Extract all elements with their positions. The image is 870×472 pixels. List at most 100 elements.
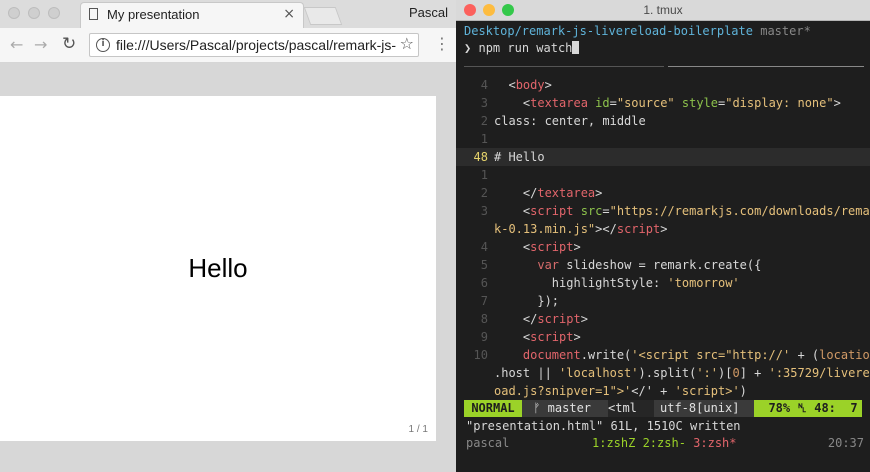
url-text[interactable]: file:///Users/Pascal/projects/pascal/rem… — [116, 37, 396, 53]
code-token: script — [616, 222, 661, 236]
branch-name: master — [547, 401, 592, 415]
code-token: > — [595, 186, 603, 200]
code-text: class: center, middle — [494, 112, 646, 130]
code-token: class: center, middle — [494, 114, 646, 128]
code-token: "display: none" — [725, 96, 834, 110]
code-token: id — [595, 96, 610, 110]
code-token: oad.js?snipver=1">' — [494, 384, 632, 398]
code-token: .host || — [494, 366, 560, 380]
code-token: </ — [494, 186, 538, 200]
line-number: 4 — [480, 78, 488, 92]
code-token: script — [530, 204, 574, 218]
minimize-window-button[interactable] — [28, 7, 40, 19]
close-window-button[interactable] — [8, 7, 20, 19]
line-number: 6 — [480, 276, 488, 290]
line-number: 1 — [480, 132, 488, 146]
code-line[interactable]: 1 — [456, 130, 870, 148]
code-text: <script> — [494, 238, 581, 256]
code-line[interactable]: .host || 'localhost').split(':')[0] + ':… — [456, 364, 870, 382]
tmux-session: pascal — [466, 436, 510, 450]
prompt-path-line: Desktop/remark-js-livereload-boilerplate… — [464, 24, 811, 38]
code-line[interactable]: 7 }); — [456, 292, 870, 310]
new-tab-button[interactable] — [303, 7, 343, 25]
line-number: 10 — [473, 348, 488, 362]
code-line[interactable]: 2 </textarea> — [456, 184, 870, 202]
branch-icon: ᚠ — [533, 401, 541, 415]
code-token: "source" — [616, 96, 675, 110]
back-arrow-icon[interactable]: ← — [10, 35, 23, 54]
address-bar[interactable]: i file:///Users/Pascal/projects/pascal/r… — [89, 33, 419, 57]
code-token: < — [494, 330, 531, 344]
code-line[interactable]: 1 — [456, 166, 870, 184]
code-token: # Hello — [494, 150, 545, 164]
code-token: > — [660, 222, 668, 236]
code-line[interactable]: 48 # Hello — [456, 148, 870, 166]
code-token: document — [522, 348, 581, 362]
text-cursor — [572, 41, 580, 54]
code-token: highlightStyle: — [494, 276, 668, 290]
terminal-window: 1. tmux Desktop/remark-js-livereload-boi… — [456, 0, 870, 472]
cwd: Desktop/remark-js-livereload-boilerplate — [464, 24, 753, 38]
statusline-branch: ᚠ master — [526, 400, 606, 417]
terminal-titlebar: 1. tmux — [456, 0, 870, 21]
reload-icon[interactable]: ↻ — [62, 34, 76, 54]
bookmark-star-icon[interactable]: ☆ — [400, 34, 414, 53]
code-text: document.write('<script src="http://' + … — [494, 346, 870, 364]
code-token: > — [833, 96, 841, 110]
code-token: src — [580, 204, 603, 218]
code-token: 'tomorrow' — [667, 276, 740, 290]
code-line[interactable]: 4 <script> — [456, 238, 870, 256]
more-menu-icon[interactable]: ⋮ — [434, 36, 450, 52]
code-token: 0 — [732, 366, 740, 380]
line-number: 3 — [480, 96, 488, 110]
code-line[interactable]: 3 <textarea id="source" style="display: … — [456, 94, 870, 112]
zoom-window-button[interactable] — [48, 7, 60, 19]
file-percent: 78% — [768, 401, 791, 415]
profile-name[interactable]: Pascal — [409, 5, 448, 20]
code-line[interactable]: 6 highlightStyle: 'tomorrow' — [456, 274, 870, 292]
prompt-command-line[interactable]: ❯ npm run watch — [464, 41, 580, 55]
info-icon[interactable]: i — [96, 38, 110, 52]
code-line[interactable]: 4 <body> — [456, 76, 870, 94]
code-token: ) — [739, 384, 747, 398]
code-token: textarea — [530, 96, 588, 110]
tmux-statusbar: pascal 1:zshZ 2:zsh- 3:zsh* 20:37 — [456, 436, 870, 454]
code-line[interactable]: 3 <script src="https://remarkjs.com/down… — [456, 202, 870, 220]
tab-title: My presentation — [107, 7, 200, 22]
line-number-icon: ␤ — [797, 401, 807, 415]
code-line[interactable]: 5 var slideshow = remark.create({ — [456, 256, 870, 274]
code-token: 'localhost' — [559, 366, 639, 380]
code-token: )[ — [718, 366, 733, 380]
code-line[interactable]: oad.js?snipver=1">'</' + 'script>') — [456, 382, 870, 400]
code-token: location — [819, 348, 870, 362]
tab-my-presentation[interactable]: My presentation × — [80, 2, 304, 28]
code-text: }); — [494, 292, 559, 310]
code-token: > — [573, 330, 581, 344]
code-line[interactable]: 2 class: center, middle — [456, 112, 870, 130]
code-line[interactable]: 9 <script> — [456, 328, 870, 346]
line-number: 2 — [480, 114, 488, 128]
close-tab-icon[interactable]: × — [283, 6, 295, 22]
code-token: textarea — [537, 186, 596, 200]
cursor-position: 78% ␤ 48: 7 — [754, 400, 862, 417]
code-token: script — [537, 312, 581, 326]
code-token: script — [530, 240, 574, 254]
tmux-window-list[interactable]: 1:zshZ 2:zsh- 3:zsh* — [592, 436, 737, 450]
code-line[interactable]: 10 document.write('<script src="http://'… — [456, 346, 870, 364]
code-line[interactable]: k-0.13.min.js"></script> — [456, 220, 870, 238]
tmux-active-window[interactable]: 3:zsh* — [693, 436, 736, 450]
prompt-arrow-icon: ❯ — [464, 41, 472, 55]
code-line[interactable]: 8 </script> — [456, 310, 870, 328]
pane-divider-active — [668, 66, 864, 67]
code-token: < — [494, 96, 531, 110]
code-token: ' + — [645, 384, 675, 398]
code-text: <script src="https://remarkjs.com/downlo… — [494, 202, 870, 220]
forward-arrow-icon[interactable]: → — [34, 35, 47, 54]
tmux-windows[interactable]: 1:zshZ 2:zsh- — [592, 436, 693, 450]
code-token: = — [602, 204, 610, 218]
code-text: </textarea> — [494, 184, 603, 202]
line-number: 3 — [480, 204, 488, 218]
